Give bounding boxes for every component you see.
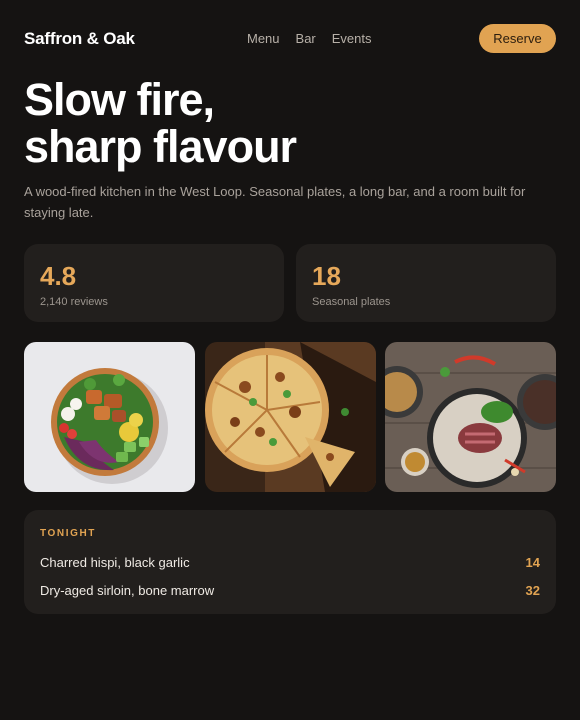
menu-item-name: Charred hispi, black garlic: [40, 554, 190, 570]
reserve-button[interactable]: Reserve: [479, 24, 556, 53]
menu-item-price: 32: [525, 582, 540, 598]
steak-plate-icon: [385, 342, 556, 492]
nav-link-menu[interactable]: Menu: [247, 31, 280, 46]
hero-line-2: sharp flavour: [24, 121, 297, 172]
hero-intro: A wood-fired kitchen in the West Loop. S…: [24, 184, 526, 220]
hero-heading: Slow fire, sharp flavour: [24, 74, 297, 172]
top-nav: Saffron & Oak Menu Bar Events Reserve: [24, 24, 556, 53]
stat-value: 4.8: [40, 261, 77, 291]
tonight-menu-card: TONIGHT Charred hispi, black garlic 14 D…: [24, 510, 556, 614]
menu-item[interactable]: Charred hispi, black garlic 14: [40, 552, 540, 572]
salad-bowl-icon: [24, 342, 195, 492]
stat-card-plates: 18 Seasonal plates: [296, 244, 556, 322]
menu-item-price: 14: [525, 554, 540, 570]
hero-line-1: Slow fire,: [24, 74, 215, 125]
nav-link-events[interactable]: Events: [332, 31, 372, 46]
salad-bowl-photo[interactable]: [24, 342, 195, 492]
steak-plates-photo[interactable]: [385, 342, 556, 492]
stat-value: 18: [312, 261, 341, 291]
nav-links: Menu Bar Events: [247, 31, 372, 46]
pizza-photo[interactable]: [205, 342, 376, 492]
stat-label: 2,140 reviews: [40, 296, 108, 308]
pizza-icon: [205, 342, 376, 492]
tonight-heading: TONIGHT: [40, 528, 97, 539]
menu-item[interactable]: Dry-aged sirloin, bone marrow 32: [40, 580, 540, 600]
stat-card-rating: 4.8 2,140 reviews: [24, 244, 284, 322]
brand-logo[interactable]: Saffron & Oak: [24, 29, 135, 49]
nav-link-bar[interactable]: Bar: [296, 31, 316, 46]
stat-label: Seasonal plates: [312, 296, 391, 308]
menu-item-name: Dry-aged sirloin, bone marrow: [40, 582, 215, 598]
